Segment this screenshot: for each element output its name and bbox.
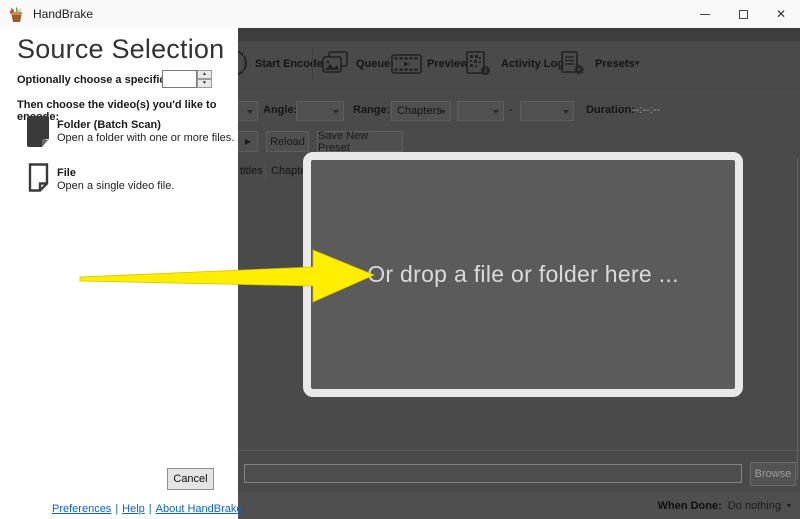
range-start-dropdown[interactable] [457, 101, 504, 121]
range-type-value: Chapters [397, 105, 442, 117]
browse-button[interactable]: Browse [750, 462, 796, 486]
chevron-down-icon [247, 110, 253, 114]
drop-zone-message: Or drop a file or folder here ... [367, 261, 679, 288]
presets-button[interactable]: Presets [595, 58, 635, 70]
angle-label: Angle: [263, 104, 297, 116]
preset-actions-row: ▶ Reload Save New Preset [238, 131, 800, 152]
minimize-button[interactable] [686, 0, 724, 28]
title-spinner: ▲ ▼ [197, 70, 212, 88]
duration-label: Duration: [586, 104, 635, 116]
save-new-preset-button[interactable]: Save New Preset [317, 131, 403, 152]
file-icon[interactable] [28, 163, 49, 192]
duration-value: --:--:-- [632, 104, 660, 116]
handbrake-window: HandBrake ✕ Start Encode Queue [0, 0, 800, 519]
menu-strip [238, 28, 800, 41]
main-window-dimmed: Start Encode Queue Preview [238, 28, 800, 519]
status-bar: When Done: Do nothing ▾ [238, 492, 800, 519]
chevron-down-icon [493, 110, 499, 114]
spinner-up-button[interactable]: ▲ [197, 70, 212, 79]
maximize-icon [739, 10, 748, 19]
title-dropdown[interactable] [238, 101, 258, 121]
footer-links: Preferences | Help | About HandBrake [52, 503, 243, 515]
handbrake-logo-icon [8, 6, 25, 23]
file-option-label[interactable]: File [57, 167, 76, 179]
source-selection-panel: Source Selection Optionally choose a spe… [0, 28, 238, 519]
preview-button[interactable]: Preview [427, 58, 469, 70]
preferences-link[interactable]: Preferences [52, 503, 111, 515]
spinner-down-button[interactable]: ▼ [197, 79, 212, 88]
cancel-button[interactable]: Cancel [167, 468, 214, 490]
folder-option-label[interactable]: Folder (Batch Scan) [57, 119, 161, 131]
chevron-down-icon [563, 110, 569, 114]
range-label: Range: [353, 104, 390, 116]
bottom-divider [238, 450, 800, 451]
folder-batch-icon[interactable] [27, 116, 49, 147]
save-new-preset-label: Save New Preset [318, 130, 402, 154]
range-dash: - [509, 104, 513, 116]
queue-icon[interactable] [322, 51, 349, 74]
when-done-dropdown[interactable]: Do nothing [728, 500, 781, 512]
source-path-input[interactable] [244, 464, 742, 483]
when-done-label: When Done: [658, 500, 722, 512]
range-end-dropdown[interactable] [520, 101, 574, 121]
angle-dropdown[interactable] [296, 101, 344, 121]
tab-separator [265, 163, 266, 180]
scan-controls-row: Angle: Range: Chapters - Duration: --:--… [238, 101, 800, 121]
toolbar-divider [238, 88, 800, 89]
link-separator: | [115, 503, 118, 515]
folder-option-description: Open a folder with one or more files. [57, 132, 234, 144]
chevron-down-icon [440, 110, 446, 114]
cancel-label: Cancel [173, 473, 207, 485]
toolbar-separator [312, 49, 313, 79]
expand-arrow-icon: ▶ [245, 137, 251, 146]
about-link[interactable]: About HandBrake [156, 503, 243, 515]
window-edge [797, 158, 798, 479]
file-drop-zone[interactable]: Or drop a file or folder here ... [303, 152, 743, 397]
window-title: HandBrake [33, 7, 93, 21]
range-type-dropdown[interactable]: Chapters [391, 101, 451, 121]
activity-log-button[interactable]: Activity Log [501, 58, 564, 70]
tab-subtitles-partial[interactable]: titles [240, 165, 263, 177]
close-button[interactable]: ✕ [762, 0, 800, 28]
queue-button[interactable]: Queue [356, 58, 390, 70]
reload-label: Reload [270, 136, 305, 148]
help-link[interactable]: Help [122, 503, 145, 515]
file-option-description: Open a single video file. [57, 180, 174, 192]
toolbar: Start Encode Queue Preview [238, 41, 800, 88]
link-separator: | [149, 503, 152, 515]
preview-icon[interactable] [391, 54, 422, 74]
minimize-icon [700, 14, 710, 15]
presets-caret-icon[interactable]: ▾ [635, 58, 640, 69]
chevron-down-icon [333, 110, 339, 114]
titlebar: HandBrake ✕ [0, 0, 800, 28]
activity-log-icon[interactable] [466, 51, 491, 76]
toolbar-separator [243, 49, 244, 79]
presets-icon[interactable] [561, 51, 585, 76]
maximize-button[interactable] [724, 0, 762, 28]
reload-button[interactable]: Reload [266, 131, 309, 152]
chevron-down-icon[interactable]: ▾ [787, 501, 791, 510]
close-icon: ✕ [776, 8, 786, 20]
title-number-input[interactable] [162, 70, 197, 88]
browse-label: Browse [755, 468, 792, 480]
preset-expand-button[interactable]: ▶ [238, 131, 258, 152]
panel-title: Source Selection [17, 34, 224, 65]
